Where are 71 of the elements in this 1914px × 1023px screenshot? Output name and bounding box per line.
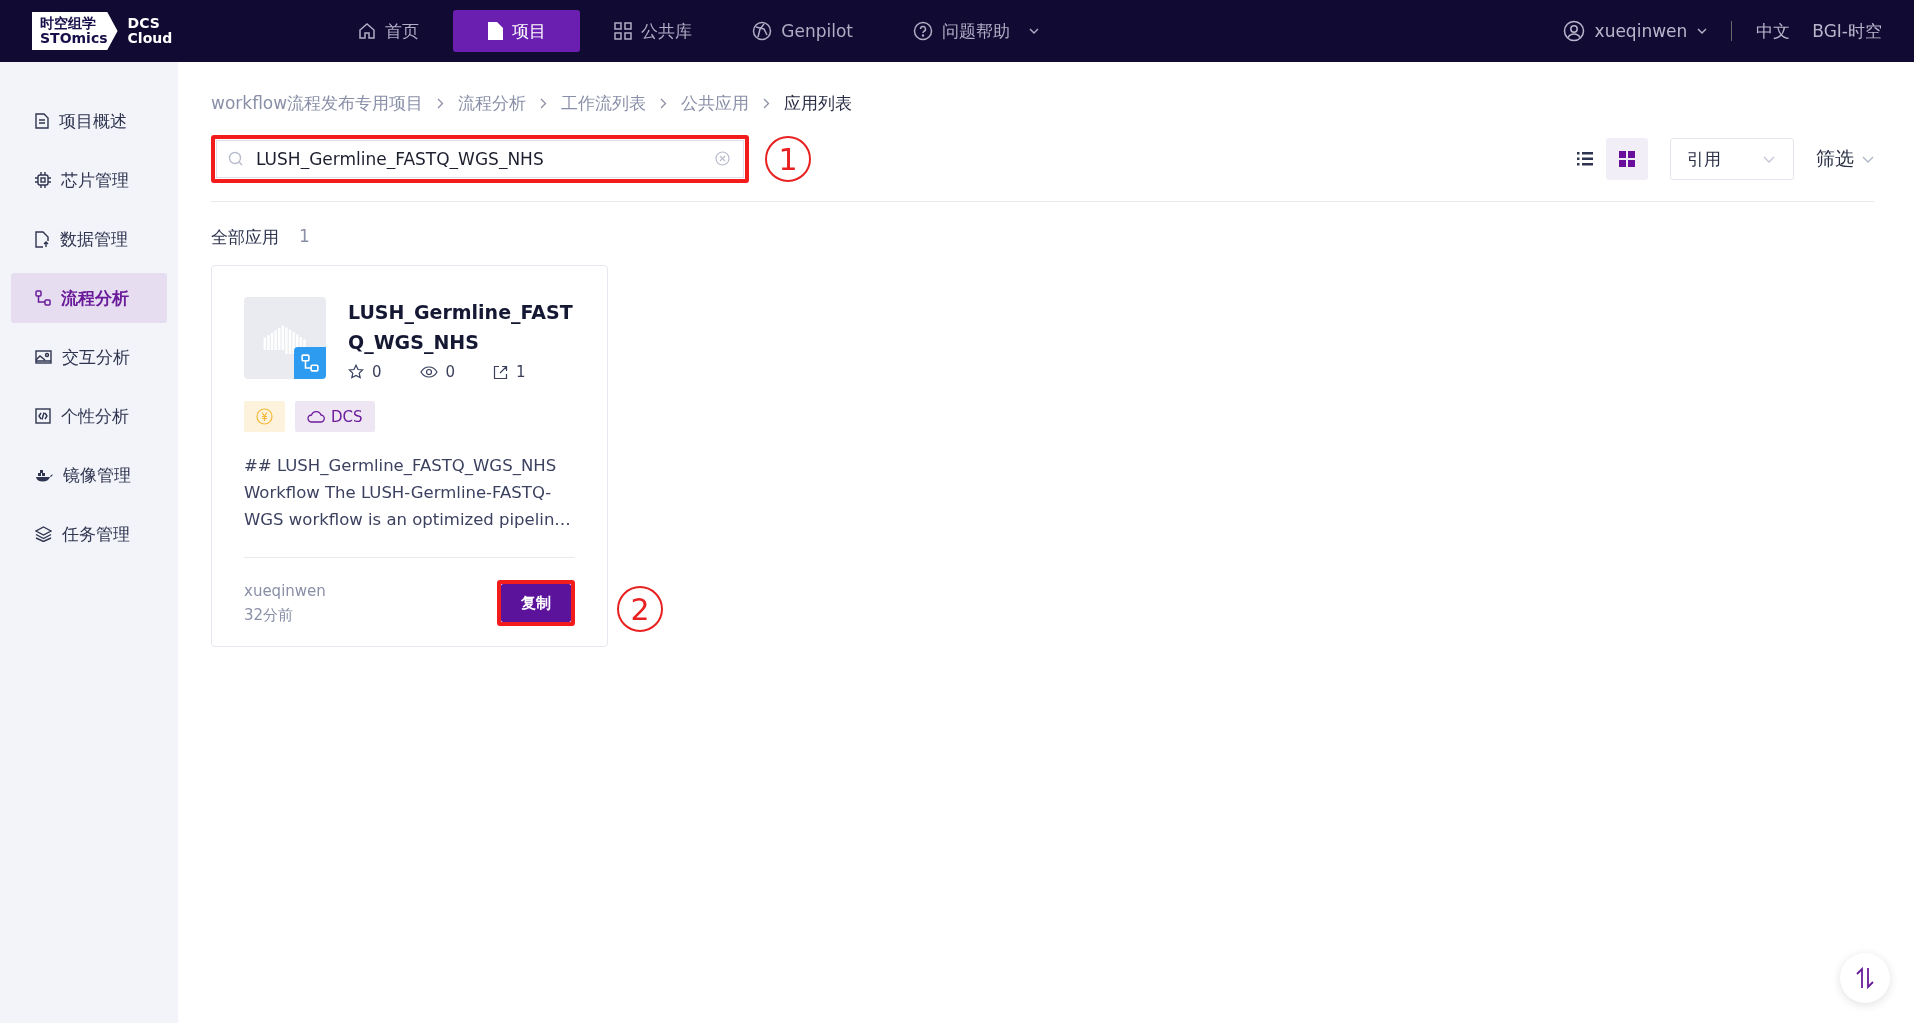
chevron-right-icon	[437, 98, 445, 109]
sidebar-item[interactable]: 镜像管理	[11, 450, 167, 500]
language-link[interactable]: 中文	[1756, 19, 1791, 43]
sidebar-item[interactable]: 交互分析	[11, 332, 167, 382]
nav-tab[interactable]: 项目	[453, 10, 581, 52]
flow-icon	[35, 290, 51, 306]
updated-time: 32分前	[244, 605, 295, 625]
view-count: 0	[445, 363, 456, 381]
file-icon	[487, 22, 504, 40]
flow-icon	[294, 347, 326, 379]
search-field[interactable]: LUSH_Germline_FASTQ_WGS_NHS	[216, 140, 744, 178]
logo-text: 时空组学	[40, 16, 97, 31]
grid-icon	[1619, 151, 1635, 167]
view-toggle[interactable]	[1606, 138, 1648, 180]
sidebar-item[interactable]: 数据管理	[11, 214, 167, 264]
external-link-icon	[493, 364, 509, 380]
logo-text: DCS	[127, 16, 161, 31]
chevron-down-icon	[1697, 28, 1708, 34]
copy-button[interactable]: 复制	[501, 584, 571, 622]
app-description: ## LUSH_Germline_FASTQ_WGS_NHS Workflow The LUSH-Germline-FASTQ-WGS workflow is an optimized pipelin…	[244, 452, 575, 558]
layers-icon	[35, 526, 52, 542]
code-icon	[35, 408, 51, 424]
author-name: xueqinwen	[244, 581, 327, 600]
scroll-top-button[interactable]	[1840, 953, 1890, 1003]
section-title: 全部应用	[211, 226, 279, 249]
app-title[interactable]: LUSH_Germline_FASTQ_WGS_NHS	[348, 297, 578, 357]
image-icon	[35, 350, 52, 364]
document-icon	[35, 113, 49, 129]
filter-dropdown[interactable]: 筛选	[1816, 146, 1874, 172]
nav-tab[interactable]: 首页	[332, 10, 446, 52]
nav-tab[interactable]: Genpilot	[726, 10, 879, 52]
nav-tab[interactable]: 问题帮助	[886, 10, 1065, 52]
sidebar-item[interactable]: 项目概述	[11, 96, 167, 146]
chip-icon	[35, 172, 51, 188]
file-upload-icon	[35, 230, 50, 248]
chevron-right-icon	[540, 98, 548, 109]
search-icon	[228, 151, 243, 166]
star-count: 0	[372, 363, 382, 381]
organization-link[interactable]: BGI-时空	[1812, 19, 1882, 43]
chevron-down-icon	[1028, 28, 1039, 34]
chevron-right-icon	[660, 98, 668, 109]
reference-count: 1	[516, 363, 526, 381]
sort-arrows-icon	[1855, 967, 1875, 989]
coin-icon	[256, 408, 273, 425]
logo-text: STOmics	[40, 31, 108, 46]
sidebar-item[interactable]: 任务管理	[11, 509, 167, 559]
list-icon	[1577, 152, 1593, 166]
home-icon	[358, 22, 377, 40]
annotation-number: 1	[765, 136, 811, 182]
globe-icon	[752, 21, 773, 41]
chevron-down-icon	[1862, 155, 1874, 163]
user-icon	[1562, 20, 1585, 42]
item-count: 1	[299, 226, 310, 248]
star-icon	[348, 364, 364, 380]
whale-icon	[35, 468, 53, 482]
breadcrumb-item[interactable]: 应用列表	[784, 92, 853, 115]
eye-icon	[419, 366, 438, 378]
grid-icon	[614, 22, 633, 40]
user-menu[interactable]: xueqinwen	[1562, 20, 1708, 42]
nav-tab[interactable]: 公共库	[588, 10, 719, 52]
sidebar-item[interactable]: 个性分析	[11, 391, 167, 441]
annotation-number: 2	[617, 586, 663, 632]
logo-text: Cloud	[127, 31, 173, 46]
chevron-right-icon	[763, 98, 771, 109]
sort-select[interactable]: 引用	[1670, 138, 1794, 180]
sidebar-item[interactable]: 芯片管理	[11, 155, 167, 205]
cloud-icon	[307, 410, 325, 423]
chevron-down-icon	[1763, 155, 1775, 163]
sidebar-item[interactable]: 流程分析	[11, 273, 167, 323]
help-icon	[912, 21, 933, 41]
platform-tag: DCS	[295, 401, 375, 432]
